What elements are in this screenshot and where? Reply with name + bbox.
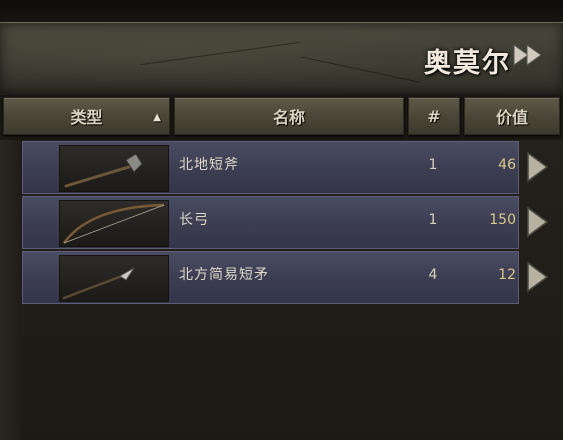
merchant-header: 奥莫尔 (0, 22, 563, 95)
column-header-name[interactable]: 名称 (174, 97, 404, 135)
play-arrow-icon[interactable] (524, 260, 550, 294)
fast-forward-icon[interactable] (512, 42, 544, 68)
column-header-value-label: 价值 (495, 108, 528, 127)
item-count: 4 (428, 267, 438, 283)
stone-crack (301, 56, 419, 83)
item-value: 150 (489, 212, 516, 228)
item-count: 1 (428, 157, 438, 173)
sort-ascending-icon: ▲ (153, 112, 161, 123)
column-header-count-label: # (427, 106, 441, 126)
item-thumbnail (59, 145, 169, 192)
merchant-name: 奥莫尔 (424, 48, 511, 79)
item-thumbnail (59, 255, 169, 302)
play-arrow-icon[interactable] (524, 150, 550, 184)
table-row[interactable]: 长弓 1 150 (22, 196, 519, 249)
list-left-rail (0, 140, 23, 440)
item-count: 1 (428, 212, 438, 228)
item-name: 长弓 (179, 212, 209, 228)
column-header-type-label: 类型 (70, 108, 103, 127)
table-row[interactable]: 北方简易短矛 4 12 (22, 251, 519, 304)
stone-crack (140, 41, 300, 66)
item-name: 北地短斧 (179, 157, 239, 173)
spear-icon (62, 267, 135, 300)
table-row[interactable]: 北地短斧 1 46 (22, 141, 519, 194)
column-header-name-label: 名称 (272, 108, 305, 127)
longbow-icon (62, 203, 165, 244)
column-header-value[interactable]: 价值 (464, 97, 560, 135)
axe-icon (64, 153, 143, 188)
play-arrow-icon[interactable] (524, 205, 550, 239)
column-header-type[interactable]: 类型 ▲ (3, 97, 170, 135)
item-value: 12 (498, 267, 516, 283)
item-name: 北方简易短矛 (179, 267, 269, 283)
item-thumbnail (59, 200, 169, 247)
column-header-count[interactable]: # (408, 97, 460, 135)
item-value: 46 (498, 157, 516, 173)
